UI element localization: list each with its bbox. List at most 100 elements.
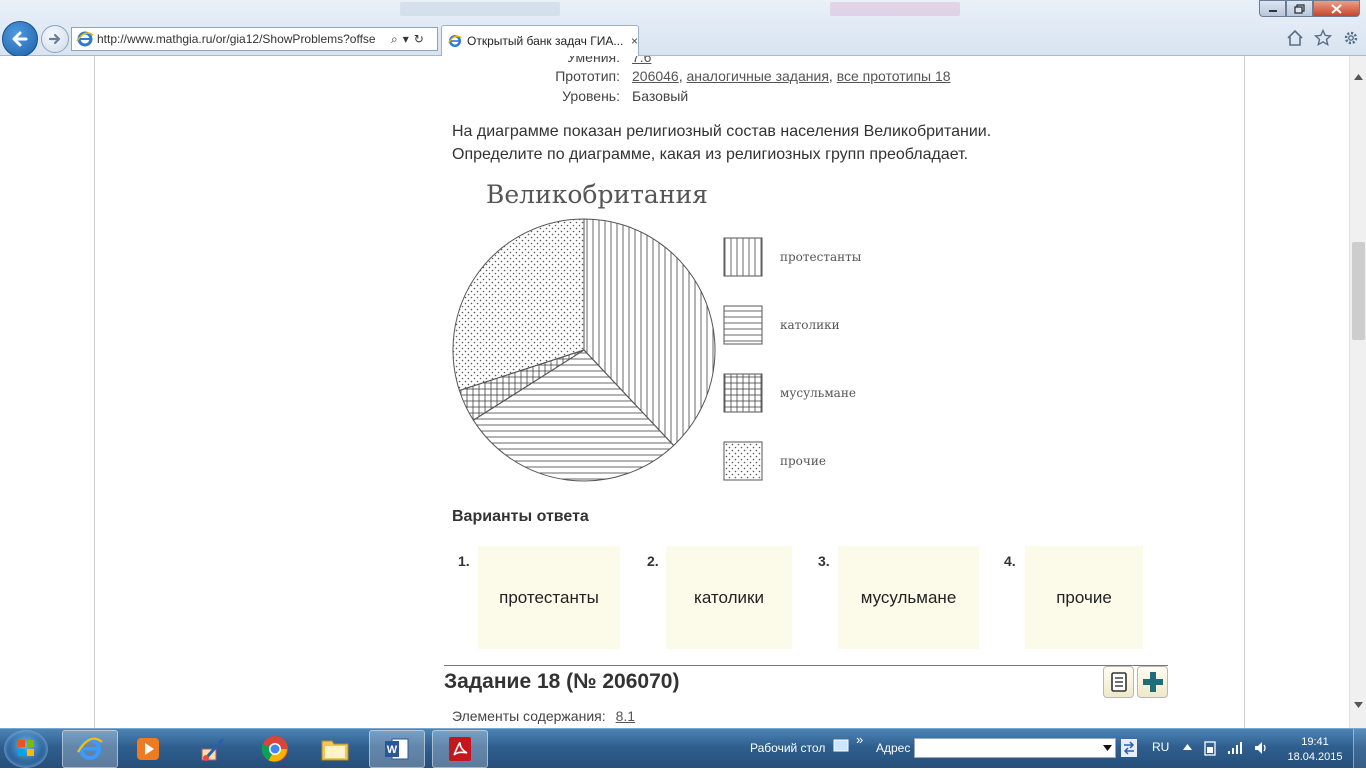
restore-button[interactable] <box>1286 0 1313 17</box>
task-details-button[interactable] <box>1103 666 1134 698</box>
document-icon <box>1110 672 1127 692</box>
show-desktop-button[interactable] <box>1353 729 1366 769</box>
tab-title: Открытый банк задач ГИА... <box>467 34 624 48</box>
arrow-right-icon <box>48 33 61 45</box>
home-icon[interactable] <box>1286 29 1304 47</box>
browser-toolbar: http://www.mathgia.ru/or/gia12/ShowProbl… <box>0 0 1366 57</box>
desktop-toolbar-label[interactable]: Рабочий стол <box>750 741 825 755</box>
svg-text:W: W <box>387 744 398 756</box>
address-toolbar-label: Адрес <box>876 741 911 755</box>
task-divider <box>444 665 1168 666</box>
taskbar-acrobat-button[interactable] <box>432 730 488 768</box>
address-bar[interactable]: http://www.mathgia.ru/or/gia12/ShowProbl… <box>71 27 438 51</box>
taskbar-address-input[interactable] <box>914 738 1116 758</box>
refresh-icon[interactable]: ↻ <box>414 32 424 46</box>
legend-label-2: католики <box>780 318 840 332</box>
option-1-button[interactable]: протестанты <box>478 546 620 649</box>
scroll-up-arrow-icon[interactable] <box>1350 68 1366 85</box>
battery-icon[interactable] <box>1203 740 1217 756</box>
option-4-number: 4. <box>1004 553 1016 569</box>
browser-right-icons <box>1286 29 1360 47</box>
add-task-button[interactable] <box>1137 666 1168 698</box>
prototype-id-link[interactable]: 206046 <box>632 68 679 84</box>
tray-expand-icon[interactable] <box>1183 744 1192 750</box>
legend-swatch-4 <box>723 441 763 481</box>
option-4-button[interactable]: прочие <box>1025 546 1143 649</box>
question-line-2: Определите по диаграмме, какая из религи… <box>452 146 969 163</box>
all-prototypes-link[interactable]: все прототипы 18 <box>837 68 951 84</box>
minimize-button[interactable] <box>1259 0 1286 17</box>
legend-swatch-1 <box>723 237 763 277</box>
scroll-thumb[interactable] <box>1352 242 1365 340</box>
forward-button[interactable] <box>41 25 69 53</box>
taskbar-chrome-button[interactable] <box>247 730 303 768</box>
elements-label: Элементы содержания: <box>452 708 606 724</box>
level-value: Базовый <box>632 88 689 104</box>
chevron-down-icon[interactable]: ▾ <box>403 32 409 46</box>
tray-time: 19:41 <box>1301 736 1329 748</box>
back-button[interactable] <box>2 21 38 57</box>
close-x-icon <box>1331 3 1342 14</box>
search-icon[interactable]: ⌕ <box>391 32 398 47</box>
next-task-title: Задание 18 (№ 206070) <box>444 670 680 693</box>
legend-label-3: мусульмане <box>780 386 856 400</box>
skills-link[interactable]: 7.6 <box>632 56 651 65</box>
question-text: На диаграмме показан религиозный состав … <box>452 120 991 166</box>
close-icon[interactable]: × <box>631 34 638 48</box>
tray-clock[interactable]: 19:41 18.04.2015 <box>1285 735 1345 765</box>
ie-tab-icon <box>448 35 462 47</box>
go-arrows-icon[interactable] <box>1121 739 1137 757</box>
new-tab-button[interactable] <box>641 27 669 51</box>
page-viewport: Умения: 7.6 Прототип: 206046, аналогичны… <box>0 56 1349 728</box>
tab-active[interactable]: Открытый банк задач ГИА... × <box>441 25 639 56</box>
close-window-button[interactable] <box>1313 0 1360 17</box>
internet-explorer-icon <box>77 737 103 760</box>
windows-taskbar: W Рабочий стол » Адрес RU 19:41 18.04.20… <box>0 728 1366 769</box>
gear-icon[interactable] <box>1342 29 1360 47</box>
pie-chart: Великобритания протестанты католики мусу… <box>440 176 880 496</box>
acrobat-icon <box>449 737 471 761</box>
taskbar-media-player-button[interactable] <box>120 730 176 768</box>
taskbar-ie-button[interactable] <box>62 730 118 768</box>
option-3-button[interactable]: мусульмане <box>838 546 979 649</box>
word-icon: W <box>385 738 409 760</box>
taskbar-paint-button[interactable] <box>185 730 241 768</box>
similar-tasks-link[interactable]: аналогичные задания <box>687 68 829 84</box>
signal-bars-icon[interactable] <box>1227 741 1243 755</box>
option-2-button[interactable]: католики <box>666 546 792 649</box>
language-indicator[interactable]: RU <box>1152 740 1169 754</box>
minimize-icon <box>1268 9 1277 12</box>
media-player-icon <box>137 738 159 760</box>
desktop-folder-icon[interactable] <box>833 737 849 753</box>
chevron-down-icon[interactable] <box>1103 745 1112 751</box>
answers-heading: Варианты ответа <box>452 508 589 525</box>
level-label: Уровень: <box>562 88 620 104</box>
taskbar-explorer-button[interactable] <box>307 730 363 768</box>
tray-date: 18.04.2015 <box>1287 751 1343 763</box>
background-window-strip <box>0 0 1366 20</box>
address-url[interactable]: http://www.mathgia.ru/or/gia12/ShowProbl… <box>97 32 387 46</box>
paint-brush-icon <box>201 738 225 761</box>
legend-label-4: прочие <box>780 454 826 468</box>
folder-icon <box>321 740 349 761</box>
arrow-left-icon <box>12 31 28 47</box>
chrome-icon <box>261 736 288 762</box>
start-button[interactable] <box>4 730 48 768</box>
toolbar-overflow-chevron[interactable]: » <box>856 732 863 747</box>
elements-row: Элементы содержания: 8.1 <box>452 708 635 724</box>
skills-label: Умения: <box>567 56 620 65</box>
plus-icon <box>1142 672 1163 692</box>
option-1-number: 1. <box>458 553 470 569</box>
scroll-down-arrow-icon[interactable] <box>1350 696 1366 713</box>
vertical-scrollbar[interactable] <box>1349 56 1366 728</box>
legend-swatch-2 <box>723 305 763 345</box>
favorites-star-icon[interactable] <box>1314 29 1332 47</box>
option-3-number: 3. <box>818 553 830 569</box>
legend-swatch-3 <box>723 373 763 413</box>
elements-link[interactable]: 8.1 <box>616 708 635 724</box>
volume-icon[interactable] <box>1253 740 1269 756</box>
restore-icon <box>1294 3 1305 14</box>
taskbar-word-button[interactable]: W <box>369 730 425 768</box>
windows-logo-icon <box>18 740 34 756</box>
ie-favicon-icon <box>76 31 94 47</box>
